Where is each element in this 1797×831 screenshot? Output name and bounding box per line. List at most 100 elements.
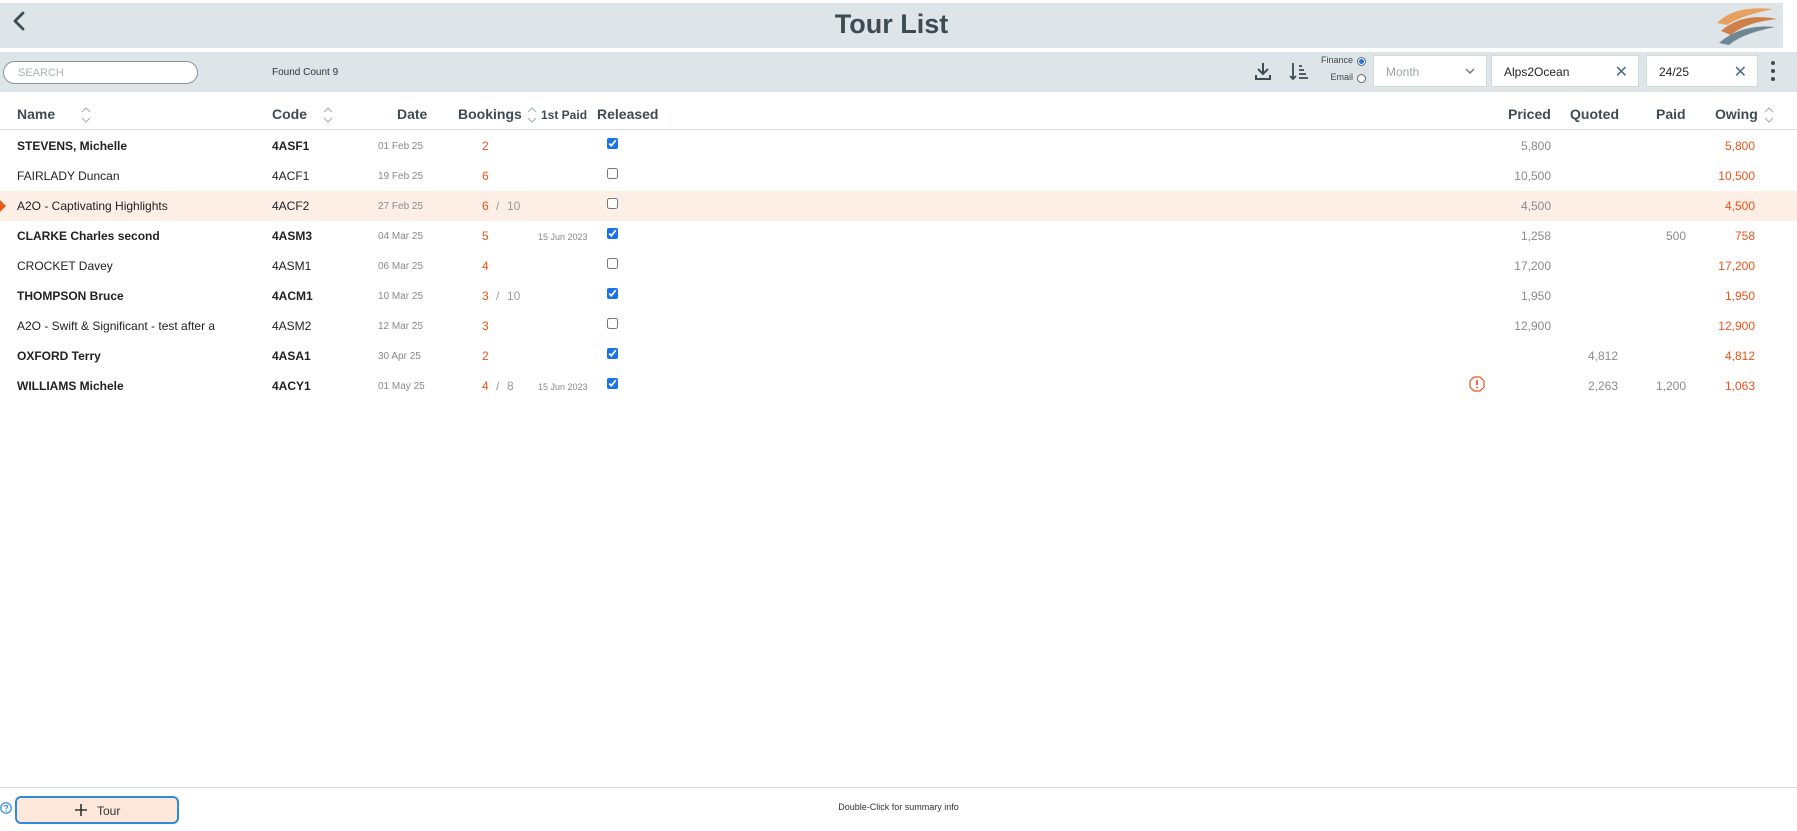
finance-radio[interactable] — [1357, 57, 1366, 66]
tour-date: 01 Feb 25 — [378, 141, 424, 152]
released-checkbox[interactable] — [607, 348, 618, 359]
table-row[interactable]: CLARKE Charles second 4ASM3 04 Mar 25 5 15 J… — [0, 221, 1797, 251]
column-header-owing[interactable]: Owing — [1715, 106, 1758, 122]
sort-bookings-icon[interactable] — [526, 104, 538, 126]
owing-amount: 4,812 — [1724, 349, 1755, 363]
tour-date: 06 Mar 25 — [378, 261, 424, 272]
brand-logo — [1717, 8, 1777, 45]
bookings-separator: / — [496, 379, 500, 393]
column-header-paid[interactable]: Paid — [1656, 106, 1686, 122]
column-header-date[interactable]: Date — [397, 106, 427, 122]
first-paid-date: 15 Jun 2023 — [538, 232, 588, 242]
table-row[interactable]: FAIRLADY Duncan 4ACF1 19 Feb 25 6 10,500 10,5… — [0, 161, 1797, 191]
season-select[interactable]: 24/25 ✕ — [1646, 55, 1758, 87]
warning-icon[interactable] — [1469, 376, 1485, 392]
column-header-name[interactable]: Name — [17, 106, 55, 122]
sort-name-icon[interactable] — [80, 104, 92, 126]
released-checkbox[interactable] — [607, 138, 618, 149]
tour-date: 12 Mar 25 — [378, 321, 424, 332]
released-checkbox[interactable] — [607, 228, 618, 239]
bookings-capacity: 10 — [507, 289, 521, 303]
owing-amount: 5,800 — [1724, 139, 1755, 153]
tour-list-app: Tour List Found Count 9 Finance Email Mo… — [0, 0, 1797, 831]
priced-amount: 1,258 — [1520, 229, 1551, 243]
chevron-down-icon — [1465, 68, 1475, 74]
tour-date: 30 Apr 25 — [378, 351, 421, 362]
tour-code: 4ASA1 — [272, 349, 311, 363]
bookings-capacity: 8 — [507, 379, 514, 393]
bookings-count: 3 — [482, 289, 489, 303]
bookings-count: 2 — [482, 349, 489, 363]
column-header-released[interactable]: Released — [597, 106, 658, 122]
owing-amount: 4,500 — [1724, 199, 1755, 213]
tour-name: A2O - Captivating Highlights — [17, 199, 168, 213]
released-checkbox[interactable] — [607, 198, 618, 209]
owing-amount: 758 — [1734, 229, 1755, 243]
released-checkbox[interactable] — [607, 168, 618, 179]
table-row[interactable]: A2O - Captivating Highlights 4ACF2 27 Feb … — [0, 191, 1797, 221]
owing-amount: 10,500 — [1718, 169, 1755, 183]
bookings-capacity: 10 — [507, 199, 521, 213]
more-options-icon[interactable] — [1769, 60, 1777, 82]
column-header-first-paid[interactable]: 1st Paid — [541, 108, 587, 122]
company-select[interactable]: Alps2Ocean ✕ — [1491, 55, 1639, 87]
priced-amount: 5,800 — [1520, 139, 1551, 153]
email-radio-label: Email — [1330, 72, 1353, 82]
sort-order-icon[interactable] — [1288, 60, 1310, 82]
month-select[interactable]: Month — [1373, 55, 1487, 87]
tour-code: 4ACF2 — [272, 199, 310, 213]
table-row[interactable]: WILLIAMS Michele 4ACY1 01 May 25 4 / 8 15 Jun … — [0, 371, 1797, 401]
table-row[interactable]: THOMPSON Bruce 4ACM1 10 Mar 25 3 / 10 1,950 1,9… — [0, 281, 1797, 311]
table-row[interactable]: A2O - Swift & Significant - test after a… — [0, 311, 1797, 341]
clear-company-icon[interactable]: ✕ — [1615, 62, 1628, 82]
table-row[interactable]: STEVENS, Michelle 4ASF1 01 Feb 25 2 5,800 5,8… — [0, 131, 1797, 161]
toolbar: Found Count 9 Finance Email Month Alps2O… — [0, 52, 1797, 92]
released-checkbox[interactable] — [607, 288, 618, 299]
priced-amount: 17,200 — [1514, 259, 1551, 273]
sort-code-icon[interactable] — [322, 104, 334, 126]
tour-code: 4ACY1 — [272, 379, 311, 393]
tour-name: WILLIAMS Michele — [17, 379, 124, 393]
table-header: Name Code Date Bookings 1st Paid Release… — [0, 100, 1797, 130]
tour-name: THOMPSON Bruce — [17, 289, 124, 303]
page-title: Tour List — [834, 9, 949, 39]
bookings-count: 2 — [482, 139, 489, 153]
column-header-quoted[interactable]: Quoted — [1570, 106, 1619, 122]
owing-amount: 17,200 — [1718, 259, 1755, 273]
column-header-bookings[interactable]: Bookings — [458, 106, 522, 122]
search-input[interactable] — [3, 61, 198, 84]
paid-amount: 500 — [1665, 229, 1686, 243]
finance-radio-label: Finance — [1320, 55, 1353, 65]
tour-name: CLARKE Charles second — [17, 229, 160, 243]
released-checkbox[interactable] — [607, 318, 618, 329]
tour-code: 4ACM1 — [272, 289, 313, 303]
released-checkbox[interactable] — [607, 378, 618, 389]
tour-date: 19 Feb 25 — [378, 171, 424, 182]
summary-hint: Double-Click for summary info — [838, 802, 959, 812]
table-row[interactable]: CROCKET Davey 4ASM1 06 Mar 25 4 17,200 17,200 — [0, 251, 1797, 281]
tour-name: STEVENS, Michelle — [17, 139, 128, 153]
tour-name: FAIRLADY Duncan — [17, 169, 120, 183]
download-icon[interactable] — [1252, 60, 1274, 82]
tour-name: CROCKET Davey — [17, 259, 113, 273]
tour-name: OXFORD Terry — [17, 349, 101, 363]
released-checkbox[interactable] — [607, 258, 618, 269]
column-header-priced[interactable]: Priced — [1508, 106, 1551, 122]
bookings-count: 4 — [482, 379, 489, 393]
column-header-code[interactable]: Code — [272, 106, 307, 122]
table-row[interactable]: OXFORD Terry 4ASA1 30 Apr 25 2 4,812 4,812 — [0, 341, 1797, 371]
tour-date: 04 Mar 25 — [378, 231, 424, 242]
tour-code: 4ASM2 — [272, 319, 312, 333]
first-paid-date: 15 Jun 2023 — [538, 382, 588, 392]
tour-code: 4ASM3 — [272, 229, 313, 243]
tour-date: 01 May 25 — [378, 381, 425, 392]
selected-row-marker-icon — [0, 200, 6, 212]
bookings-count: 6 — [482, 169, 489, 183]
email-radio[interactable] — [1357, 74, 1366, 83]
tour-name: A2O - Swift & Significant - test after a — [17, 319, 216, 333]
tour-code: 4ASM1 — [272, 259, 312, 273]
month-select-value: Month — [1386, 65, 1420, 79]
priced-amount: 4,500 — [1520, 199, 1551, 213]
clear-season-icon[interactable]: ✕ — [1734, 62, 1747, 82]
sort-owing-icon[interactable] — [1763, 104, 1775, 126]
